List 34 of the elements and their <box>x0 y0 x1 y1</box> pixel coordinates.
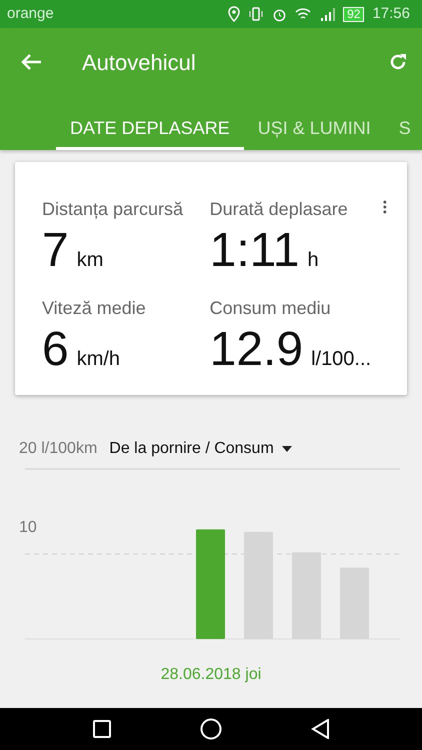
wifi-icon <box>295 7 312 21</box>
back-nav-icon[interactable] <box>311 719 330 739</box>
stat-label: Distanța parcursă <box>42 198 184 221</box>
stat-unit: h <box>308 248 319 273</box>
carrier-name: orange <box>7 4 54 24</box>
stat-value: 12.9 <box>210 326 304 374</box>
chart-dropdown[interactable]: De la pornire / Consum <box>109 437 292 461</box>
axis-label: 10 <box>19 519 37 536</box>
back-icon[interactable] <box>20 53 42 71</box>
chart-date: 28.06.2018 joi <box>160 666 262 683</box>
screen-title: Autovehicul <box>82 48 196 76</box>
stat-unit: l/100... <box>311 347 372 372</box>
clock: 17:56 <box>372 4 410 24</box>
caret-icon <box>282 446 292 452</box>
stat-unit: km <box>76 248 104 273</box>
alarm-icon <box>272 6 288 22</box>
tab[interactable]: DATE DEPLASARE <box>56 96 244 150</box>
vibrate-icon <box>248 6 264 22</box>
stat-value: 6 <box>42 326 69 374</box>
refresh-icon[interactable] <box>388 52 408 72</box>
tab[interactable]: UȘI & LUMINI <box>244 96 385 150</box>
battery-indicator: 92 <box>343 6 364 22</box>
stat-label: Viteză medie <box>42 297 147 320</box>
signal-icon <box>319 7 336 21</box>
tab[interactable]: S <box>384 96 422 150</box>
home-icon[interactable] <box>200 718 222 740</box>
stat-label: Consum mediu <box>210 297 332 320</box>
axis-label: 20 l/100km <box>19 439 98 459</box>
stat-value: 1:11 <box>210 227 300 275</box>
location-icon <box>228 6 240 22</box>
stat-unit: km/h <box>76 347 120 372</box>
stat-label: Durată deplasare <box>210 198 349 221</box>
recents-icon[interactable] <box>92 720 111 738</box>
stat-value: 7 <box>42 227 69 275</box>
